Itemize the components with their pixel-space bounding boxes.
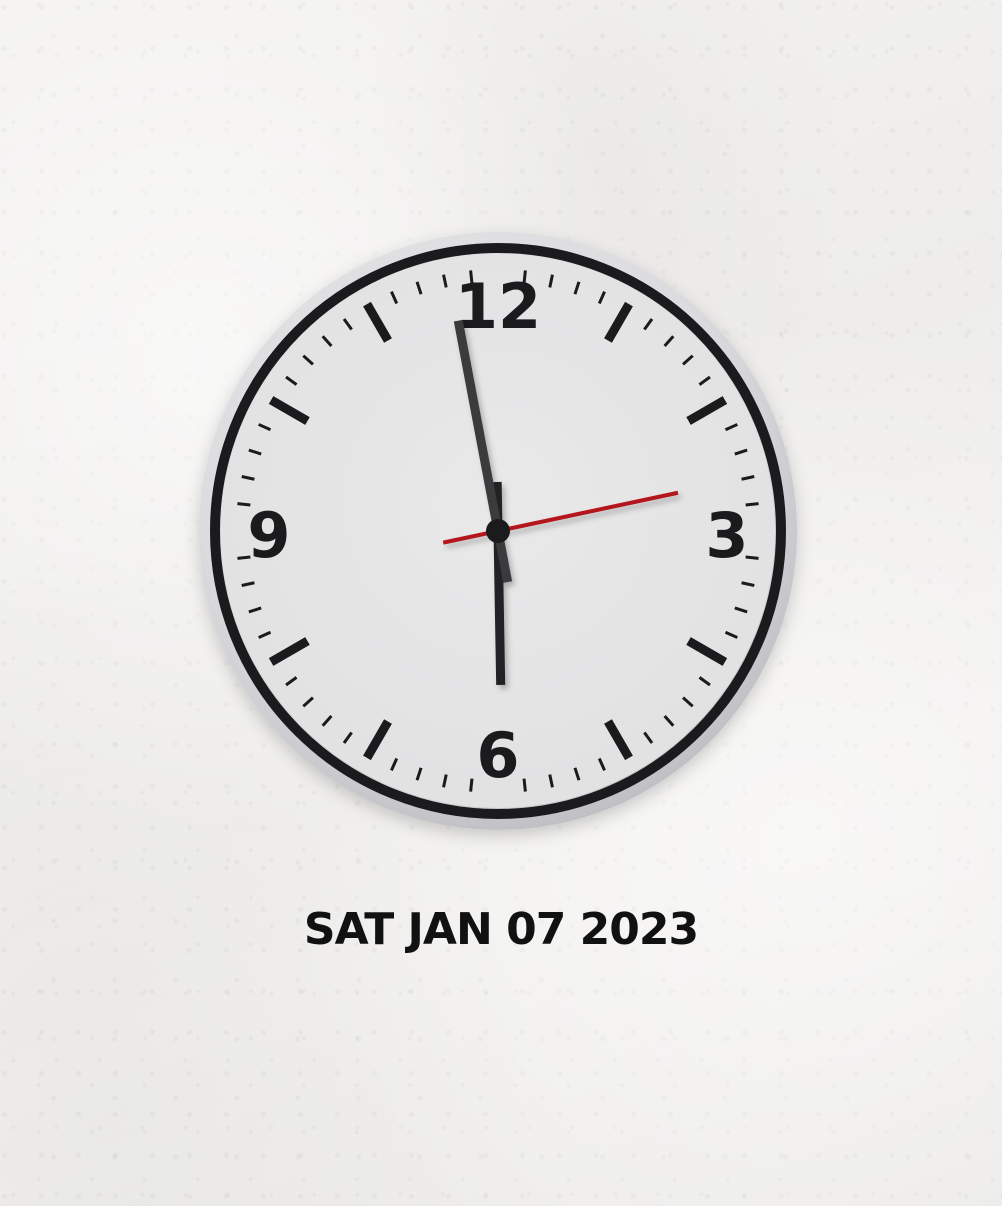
numeral-3: 3 bbox=[705, 499, 748, 572]
date-label: SAT JAN 07 2023 bbox=[303, 904, 699, 955]
numeral-6: 6 bbox=[476, 719, 519, 792]
numeral-9: 9 bbox=[247, 499, 290, 572]
analog-clock: 12 3 6 9 bbox=[198, 231, 798, 831]
numeral-12: 12 bbox=[455, 270, 541, 343]
minute-tick bbox=[469, 778, 474, 792]
clock-face-graphic: 12 3 6 9 bbox=[199, 232, 797, 830]
center-cap bbox=[486, 519, 510, 543]
minute-tick bbox=[522, 778, 527, 792]
